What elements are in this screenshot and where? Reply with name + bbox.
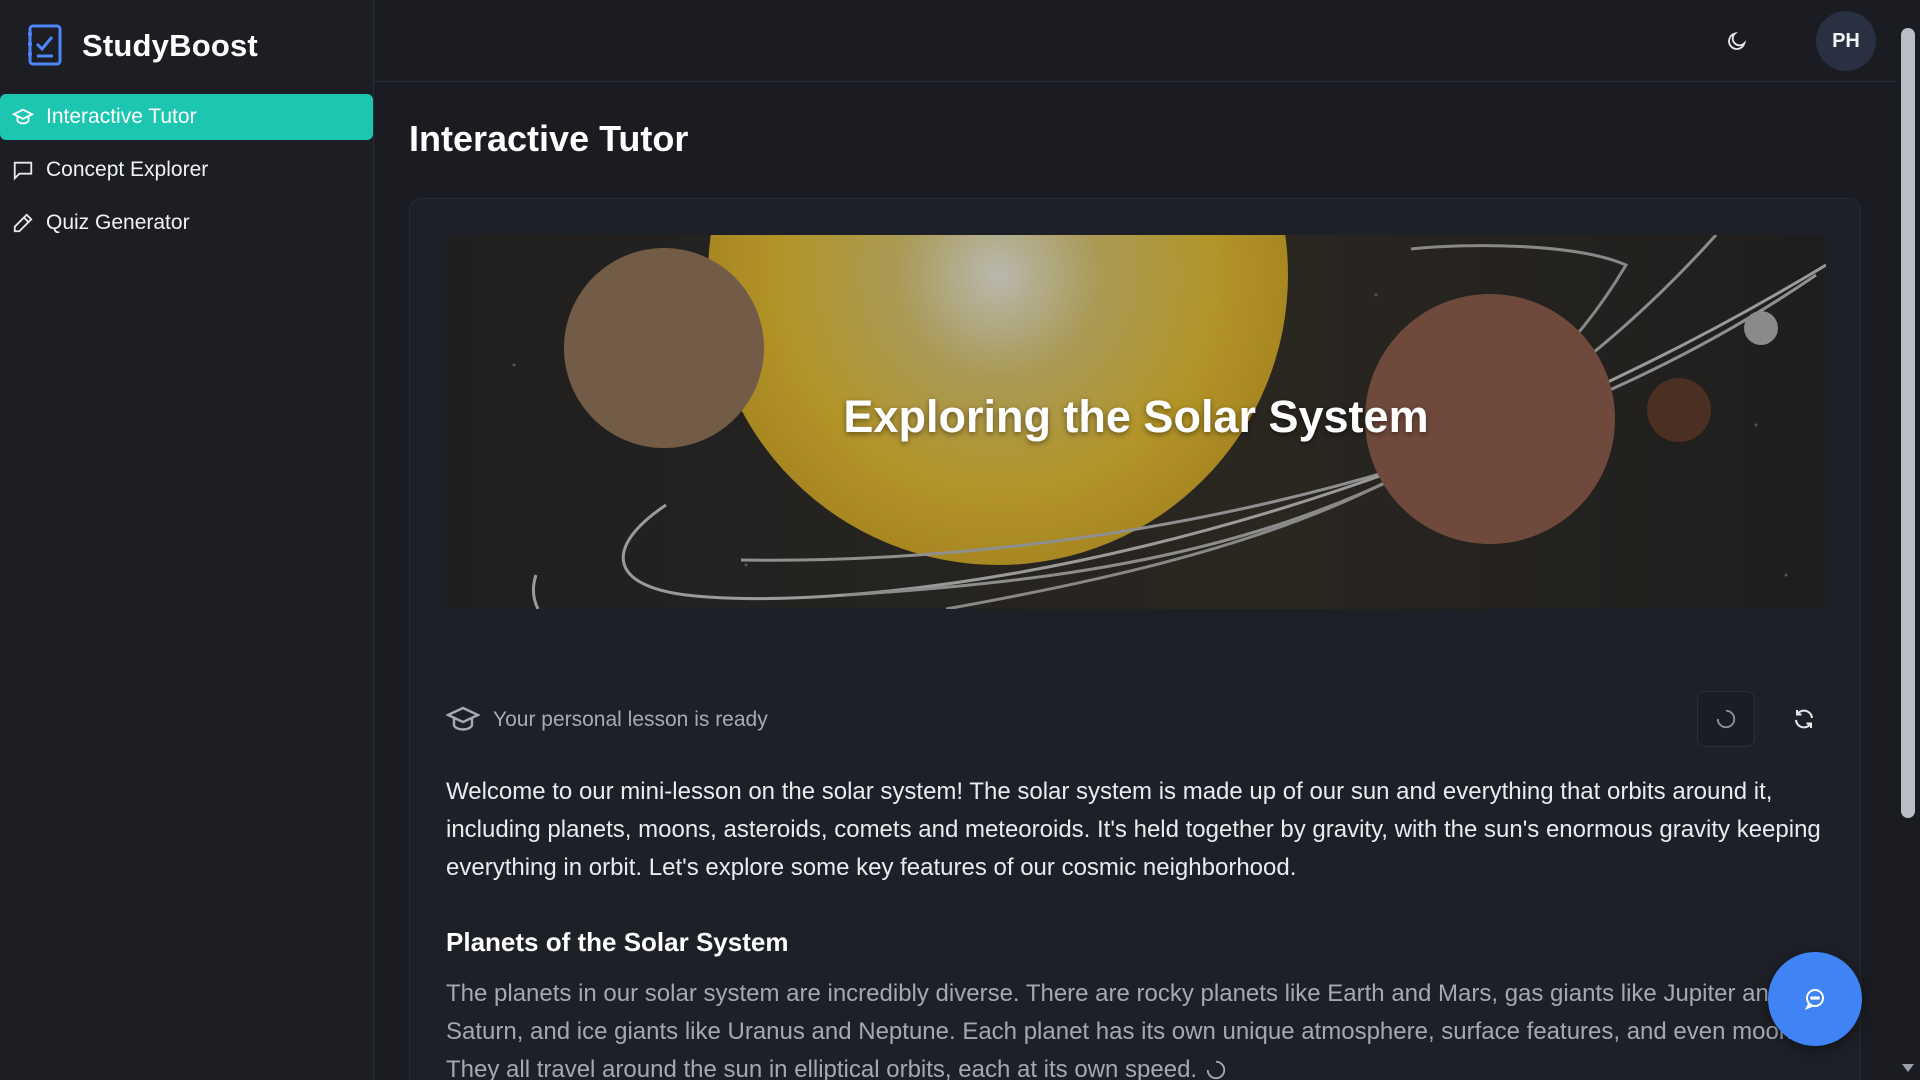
lesson-status-row: Your personal lesson is ready bbox=[446, 689, 1826, 749]
chat-icon bbox=[1804, 989, 1824, 1010]
lesson-status-text: Your personal lesson is ready bbox=[493, 708, 768, 731]
refresh-icon bbox=[1795, 709, 1813, 729]
theme-toggle-button[interactable] bbox=[1722, 26, 1752, 56]
section-body-paragraph: The planets in our solar system are incr… bbox=[446, 975, 1860, 1080]
loading-spinner-icon bbox=[1716, 709, 1736, 729]
sidebar-item-label: Concept Explorer bbox=[46, 158, 209, 181]
user-avatar[interactable]: PH bbox=[1816, 11, 1876, 71]
chat-bubble-icon bbox=[13, 161, 33, 181]
graduation-cap-icon bbox=[12, 108, 34, 125]
avatar-initials: PH bbox=[1832, 29, 1860, 52]
loading-button[interactable] bbox=[1697, 691, 1755, 747]
page-scrollbar[interactable] bbox=[1896, 0, 1920, 1080]
graduation-cap-icon bbox=[446, 706, 480, 731]
top-bar: PH bbox=[374, 0, 1896, 82]
refresh-lesson-button[interactable] bbox=[1776, 691, 1832, 747]
sidebar-nav: Interactive Tutor Concept Explorer Quiz … bbox=[0, 94, 373, 253]
lesson-card: Exploring the Solar System Your personal… bbox=[409, 198, 1861, 1080]
section-heading: Planets of the Solar System bbox=[446, 927, 789, 957]
sidebar: StudyBoost Interactive Tutor Concept Exp… bbox=[0, 0, 374, 1080]
sidebar-item-label: Interactive Tutor bbox=[46, 105, 197, 128]
chat-assistant-button[interactable] bbox=[1768, 952, 1862, 1046]
lesson-intro-paragraph: Welcome to our mini-lesson on the solar … bbox=[446, 778, 1821, 881]
scroll-down-arrow-icon[interactable] bbox=[1902, 1064, 1914, 1072]
hero-title: Exploring the Solar System bbox=[843, 391, 1429, 442]
section-body-text: The planets in our solar system are incr… bbox=[446, 980, 1811, 1080]
sidebar-item-concept-explorer[interactable]: Concept Explorer bbox=[0, 147, 373, 193]
app-name: StudyBoost bbox=[82, 28, 258, 63]
typing-spinner-icon bbox=[1206, 1060, 1226, 1080]
page-title: Interactive Tutor bbox=[409, 118, 689, 159]
checklist-book-icon bbox=[28, 24, 62, 66]
moon-icon bbox=[1728, 31, 1747, 50]
brand[interactable]: StudyBoost bbox=[26, 24, 258, 68]
scroll-thumb[interactable] bbox=[1901, 28, 1915, 818]
sidebar-item-label: Quiz Generator bbox=[46, 211, 190, 234]
hero-banner: Exploring the Solar System bbox=[446, 235, 1826, 609]
sidebar-item-interactive-tutor[interactable]: Interactive Tutor bbox=[0, 94, 373, 140]
pencil-icon bbox=[13, 213, 33, 233]
sidebar-item-quiz-generator[interactable]: Quiz Generator bbox=[0, 200, 373, 246]
